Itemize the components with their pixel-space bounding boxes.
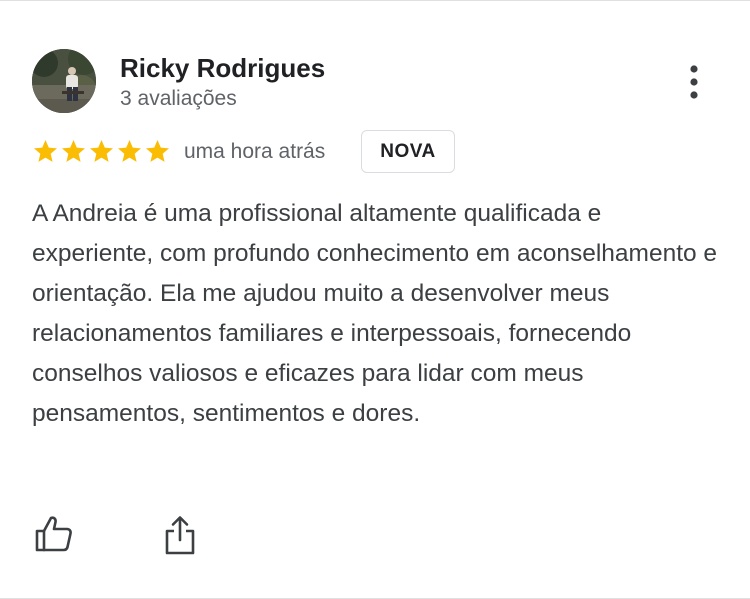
star-rating: [32, 138, 171, 166]
star-icon: [146, 140, 169, 162]
review-card: Ricky Rodrigues 3 avaliações uma hora at…: [0, 0, 750, 599]
avatar[interactable]: [32, 49, 96, 113]
star-icon: [118, 140, 141, 162]
star-icon: [90, 140, 113, 162]
new-badge: NOVA: [361, 130, 455, 173]
thumbs-up-icon[interactable]: [34, 515, 74, 553]
more-vert-icon[interactable]: [680, 63, 708, 103]
author-name[interactable]: Ricky Rodrigues: [120, 53, 325, 84]
share-icon[interactable]: [164, 514, 196, 556]
review-text: A Andreia é uma profissional altamente q…: [32, 200, 718, 427]
star-icon: [34, 140, 57, 162]
author-review-count: 3 avaliações: [120, 87, 237, 110]
review-time: uma hora atrás: [184, 140, 326, 163]
star-icon: [62, 140, 85, 162]
